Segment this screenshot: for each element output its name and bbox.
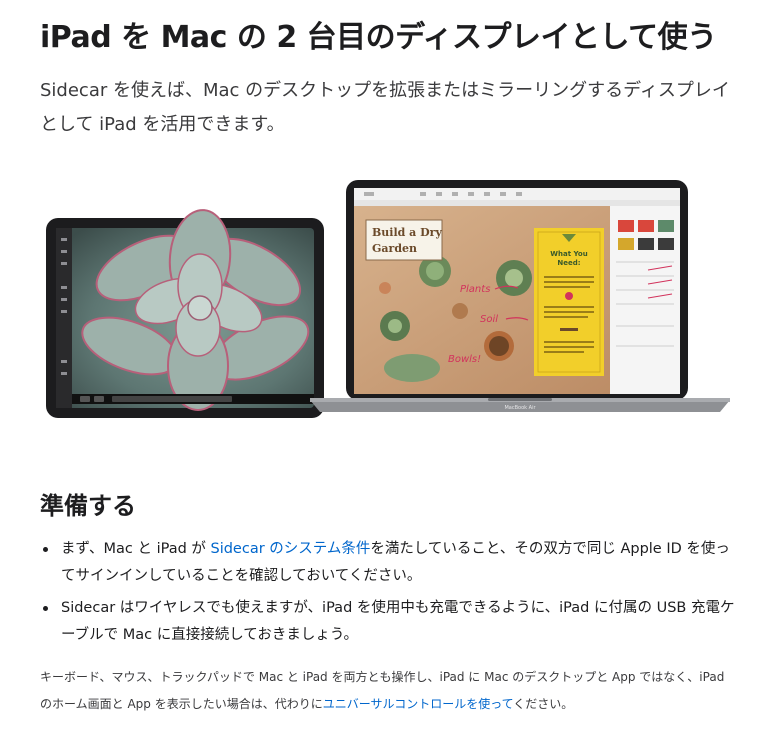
hero-image: Build a Dry Garden Plants Soil Bowls! Wh… <box>40 176 730 420</box>
intro-paragraph: Sidecar を使えば、Mac のデスクトップを拡張またはミラーリングするディ… <box>40 80 730 135</box>
annotation-plants: Plants <box>460 284 490 295</box>
list-item: まず、Mac と iPad が Sidecar のシステム条件を満たしていること… <box>40 536 740 590</box>
ipad-device <box>46 209 324 418</box>
laptop-label: MacBook Air <box>504 405 536 411</box>
annotation-soil: Soil <box>480 314 498 325</box>
poster-title: Build a Dry <box>372 226 442 239</box>
macbook-device: Build a Dry Garden Plants Soil Bowls! Wh… <box>310 180 730 412</box>
page-title: iPad を Mac の 2 台目のディスプレイとして使う <box>40 20 717 55</box>
bullet-dot <box>43 547 48 552</box>
poster-heading-line2: Need: <box>557 259 580 267</box>
list-item: Sidecar はワイヤレスでも使えますが、iPad を使用中も充電できるように… <box>40 595 740 649</box>
note-text-after: ください。 <box>513 697 574 711</box>
requirements-list: まず、Mac と iPad が Sidecar のシステム条件を満たしていること… <box>40 536 740 654</box>
bullet-text: Sidecar はワイヤレスでも使えますが、iPad を使用中も充電できるように… <box>61 600 735 643</box>
universal-control-note: キーボード、マウス、トラックパッドで Mac と iPad を両方とも操作し、i… <box>40 664 740 718</box>
sidecar-requirements-link[interactable]: Sidecar のシステム条件 <box>211 541 371 557</box>
universal-control-link[interactable]: ユニバーサルコントロールを使って <box>323 697 514 711</box>
bullet-text-before: まず、Mac と iPad が <box>61 541 211 557</box>
poster-title-line2: Garden <box>372 242 417 255</box>
annotation-bowls: Bowls! <box>448 354 481 365</box>
section-heading: 準備する <box>40 492 136 520</box>
poster-heading: What You <box>550 250 587 258</box>
bullet-dot <box>43 606 48 611</box>
